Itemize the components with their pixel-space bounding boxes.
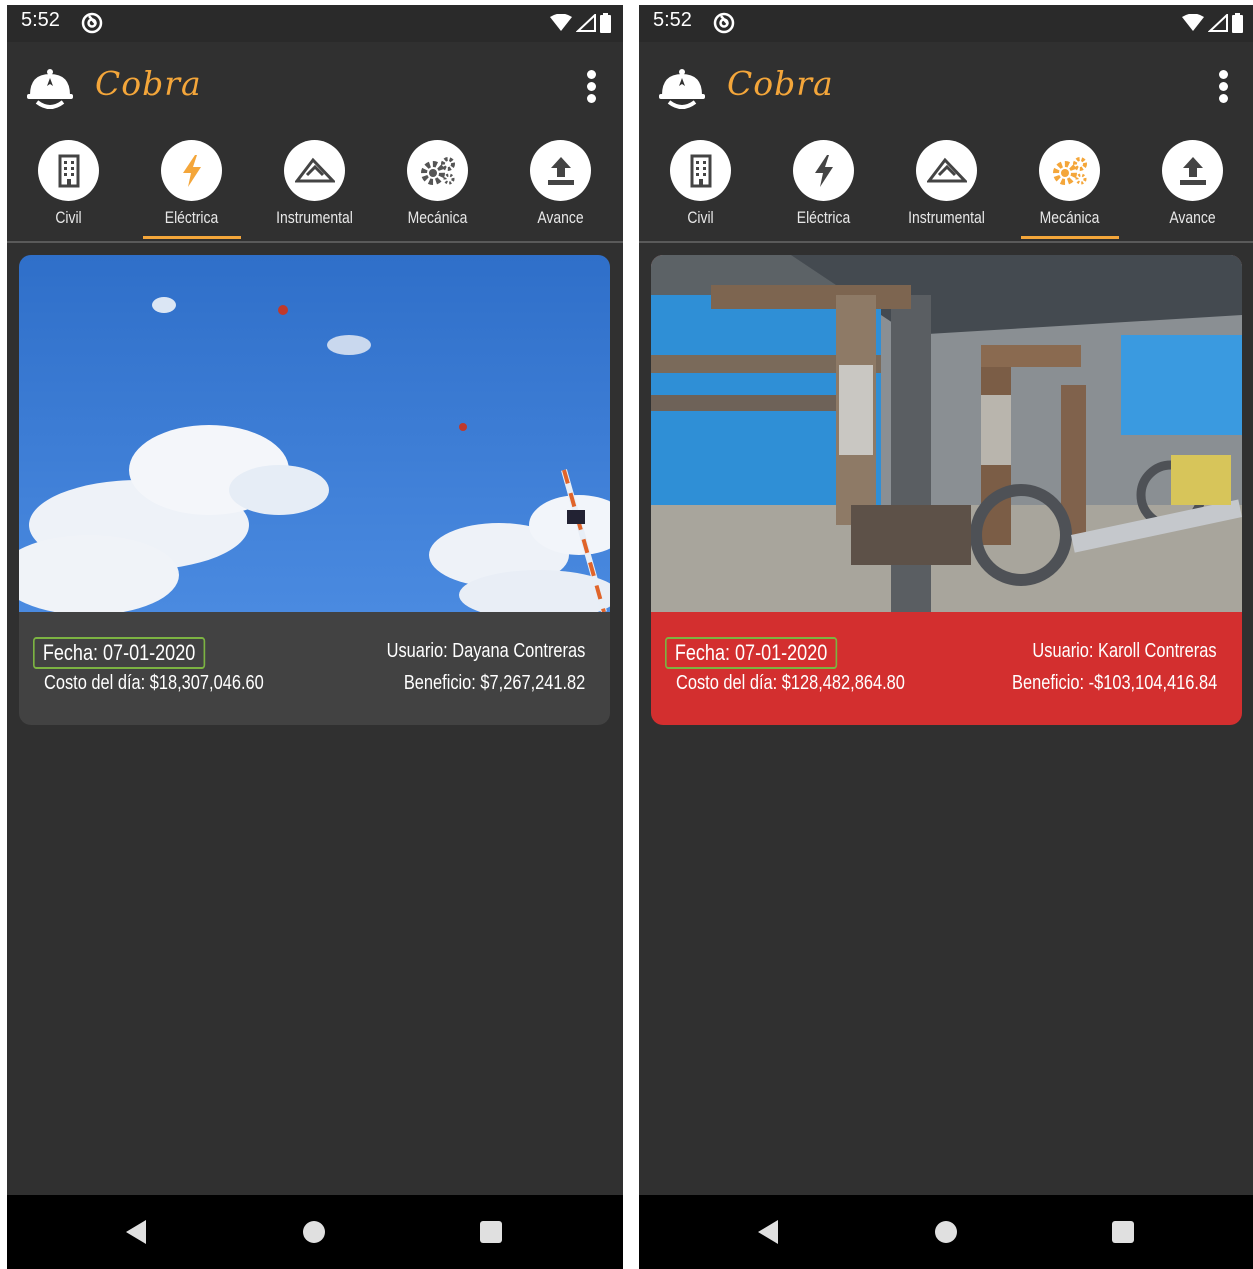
tab-divider (639, 241, 1253, 243)
tab-divider (7, 241, 623, 243)
back-icon[interactable] (124, 1219, 148, 1245)
report-card[interactable]: Fecha: 07-01-2020 Costo del día: $128,48… (651, 255, 1242, 725)
app-title: Cobra (95, 64, 202, 103)
status-indicators (1182, 12, 1243, 34)
tab-civil[interactable]: Civil (7, 132, 130, 242)
building-icon (38, 140, 99, 201)
lightning-icon (161, 140, 222, 201)
overflow-menu-icon[interactable] (1217, 70, 1229, 106)
active-tab-indicator (1021, 236, 1119, 239)
gears-icon (1039, 140, 1100, 201)
tab-avance[interactable]: Avance (499, 132, 622, 242)
instrument-icon (284, 140, 345, 201)
app-bar: Cobra (639, 42, 1253, 132)
card-info: Fecha: 07-01-2020 Costo del día: $128,48… (651, 612, 1242, 725)
system-nav-bar (639, 1195, 1253, 1269)
report-card[interactable]: Fecha: 07-01-2020 Costo del día: $18,307… (19, 255, 610, 725)
wifi-icon (1182, 14, 1204, 31)
tab-avance[interactable]: Avance (1131, 132, 1253, 242)
date-badge: Fecha: 07-01-2020 (33, 637, 206, 669)
tab-label: Eléctrica (164, 208, 219, 227)
notification-app-icon (81, 12, 103, 34)
lightning-icon (793, 140, 854, 201)
battery-icon (1232, 13, 1243, 33)
phone-screen-mecanica: 5:52 Cobra Civil Eléctrica Instrumental … (639, 5, 1253, 1269)
tab-mecanica[interactable]: Mecánica (376, 132, 499, 242)
upload-icon (1162, 140, 1223, 201)
user-name: Usuario: Dayana Contreras (386, 640, 585, 662)
benefit-value: Beneficio: -$103,104,416.84 (1011, 672, 1217, 694)
tab-label: Mecánica (1039, 208, 1100, 227)
recents-icon[interactable] (480, 1221, 502, 1243)
home-icon[interactable] (303, 1221, 325, 1243)
system-nav-bar (7, 1195, 623, 1269)
battery-icon (600, 13, 611, 33)
status-time: 5:52 (653, 9, 692, 31)
tab-label: Civil (55, 208, 82, 227)
tab-electrica[interactable]: Eléctrica (130, 132, 253, 242)
app-title: Cobra (727, 64, 834, 103)
sky-photo (19, 255, 610, 612)
pipes-photo (651, 255, 1242, 612)
active-tab-indicator (143, 236, 241, 239)
benefit-value: Beneficio: $7,267,241.82 (403, 672, 585, 694)
tab-label: Avance (1169, 208, 1216, 227)
tab-label: Avance (537, 208, 584, 227)
tab-mecanica[interactable]: Mecánica (1008, 132, 1131, 242)
tab-civil[interactable]: Civil (639, 132, 762, 242)
tab-label: Eléctrica (796, 208, 851, 227)
signal-icon (1208, 14, 1228, 32)
tab-label: Instrumental (908, 208, 985, 227)
building-icon (670, 140, 731, 201)
instrument-icon (916, 140, 977, 201)
app-bar: Cobra (7, 42, 623, 132)
daily-cost: Costo del día: $18,307,046.60 (44, 672, 264, 694)
card-info: Fecha: 07-01-2020 Costo del día: $18,307… (19, 612, 610, 725)
helmet-logo-icon (659, 69, 705, 109)
status-bar: 5:52 (7, 5, 623, 42)
home-icon[interactable] (935, 1221, 957, 1243)
wifi-icon (550, 14, 572, 31)
status-time: 5:52 (21, 9, 60, 31)
tab-electrica[interactable]: Eléctrica (762, 132, 885, 242)
back-icon[interactable] (756, 1219, 780, 1245)
user-name: Usuario: Karoll Contreras (1032, 640, 1217, 662)
gears-icon (407, 140, 468, 201)
category-tabs: Civil Eléctrica Instrumental Mecánica Av… (639, 132, 1253, 242)
status-bar: 5:52 (639, 5, 1253, 42)
phone-screen-electrica: 5:52 Cobra Civil Eléctrica Instrumental … (7, 5, 623, 1269)
date-badge: Fecha: 07-01-2020 (665, 637, 838, 669)
tab-label: Instrumental (276, 208, 353, 227)
upload-icon (530, 140, 591, 201)
tab-label: Civil (687, 208, 714, 227)
status-indicators (550, 12, 611, 34)
notification-app-icon (713, 12, 735, 34)
helmet-logo-icon (27, 69, 73, 109)
signal-icon (576, 14, 596, 32)
tab-instrumental[interactable]: Instrumental (885, 132, 1008, 242)
overflow-menu-icon[interactable] (585, 70, 597, 106)
recents-icon[interactable] (1112, 1221, 1134, 1243)
category-tabs: Civil Eléctrica Instrumental Mecánica Av… (7, 132, 623, 242)
daily-cost: Costo del día: $128,482,864.80 (676, 672, 905, 694)
tab-instrumental[interactable]: Instrumental (253, 132, 376, 242)
tab-label: Mecánica (407, 208, 468, 227)
